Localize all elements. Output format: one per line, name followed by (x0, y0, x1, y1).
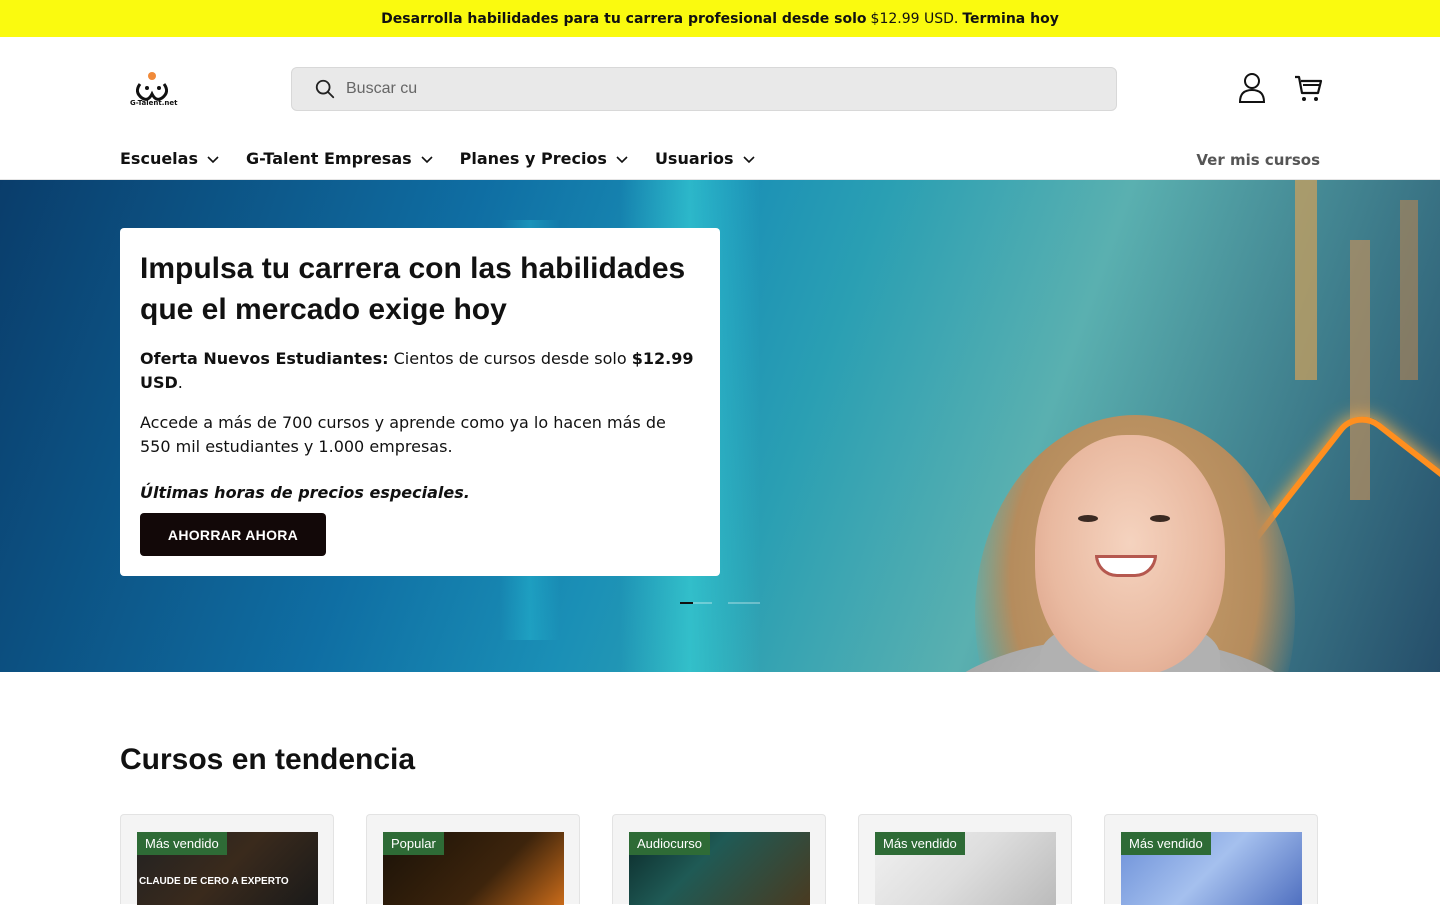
slider-dot-2[interactable] (728, 602, 760, 604)
logo-text: G-Talent.net (130, 99, 178, 107)
nav-item-empresas[interactable]: G-Talent Empresas (246, 149, 434, 168)
offer-label: Oferta Nuevos Estudiantes: (140, 349, 389, 368)
chevron-down-icon (207, 155, 219, 163)
site-header: G-Talent.net (0, 37, 1440, 141)
announcement-end: Termina hoy (962, 10, 1059, 27)
nav-item-escuelas[interactable]: Escuelas (120, 149, 220, 168)
hero-title: Impulsa tu carrera con las habilidades q… (140, 252, 686, 326)
course-badge: Más vendido (137, 832, 227, 855)
cart-icon[interactable] (1293, 73, 1323, 103)
course-badge: Audiocurso (629, 832, 711, 855)
nav-item-label: Planes y Precios (459, 149, 607, 168)
course-image-text: CLAUDE DE CERO A EXPERTO (139, 876, 289, 887)
course-card[interactable]: Más vendido (858, 814, 1072, 905)
course-badge: Más vendido (1121, 832, 1211, 855)
save-now-button[interactable]: AHORRAR AHORA (140, 513, 326, 556)
nav-item-label: Escuelas (120, 149, 198, 168)
course-badge: Más vendido (875, 832, 965, 855)
account-icon[interactable] (1237, 72, 1267, 104)
trending-title: Cursos en tendencia (120, 743, 416, 776)
nav-item-label: G-Talent Empresas (245, 149, 412, 168)
hero-description: Accede a más de 700 cursos y aprende com… (140, 413, 666, 456)
announcement-price: $12.99 USD. (870, 10, 959, 27)
announcement-bar: Desarrolla habilidades para tu carrera p… (0, 0, 1440, 37)
course-card[interactable]: CLAUDE DE CERO A EXPERTO Más vendido (120, 814, 334, 905)
chevron-down-icon (616, 155, 628, 163)
chevron-down-icon (742, 155, 755, 163)
search-bar[interactable] (291, 67, 1117, 111)
hero-offer: Oferta Nuevos Estudiantes: Cientos de cu… (140, 347, 700, 395)
nav-item-planes[interactable]: Planes y Precios (460, 149, 629, 168)
hero-card: Impulsa tu carrera con las habilidades q… (120, 228, 720, 576)
course-badge: Popular (383, 832, 444, 855)
slider-dot-1[interactable] (680, 602, 712, 604)
hero-banner: Impulsa tu carrera con las habilidades q… (0, 180, 1440, 672)
search-input[interactable] (346, 80, 1046, 98)
search-icon[interactable] (314, 78, 336, 100)
trending-courses: CLAUDE DE CERO A EXPERTO Más vendido Pop… (120, 814, 1318, 905)
nav-item-usuarios[interactable]: Usuarios (655, 149, 756, 168)
hero-person-eye (1150, 515, 1170, 522)
main-nav: Escuelas G-Talent Empresas Planes y Prec… (0, 141, 1440, 180)
chevron-down-icon (421, 155, 433, 163)
announcement-text: Desarrolla habilidades para tu carrera p… (381, 10, 867, 27)
my-courses-link[interactable]: Ver mis cursos (1196, 151, 1320, 169)
hero-bg-candle (1295, 180, 1317, 380)
hero-person-face (1035, 435, 1225, 672)
offer-end: . (177, 373, 183, 392)
slider-dots (680, 602, 760, 604)
course-card[interactable]: Audiocurso (612, 814, 826, 905)
course-card[interactable]: Popular (366, 814, 580, 905)
nav-item-label: Usuarios (654, 149, 734, 168)
course-card[interactable]: Más vendido (1104, 814, 1318, 905)
offer-text: Cientos de cursos desde solo (393, 349, 627, 368)
hero-note: Últimas horas de precios especiales. (140, 483, 470, 502)
hero-bg-candle (1400, 200, 1418, 380)
hero-person-eye (1078, 515, 1098, 522)
